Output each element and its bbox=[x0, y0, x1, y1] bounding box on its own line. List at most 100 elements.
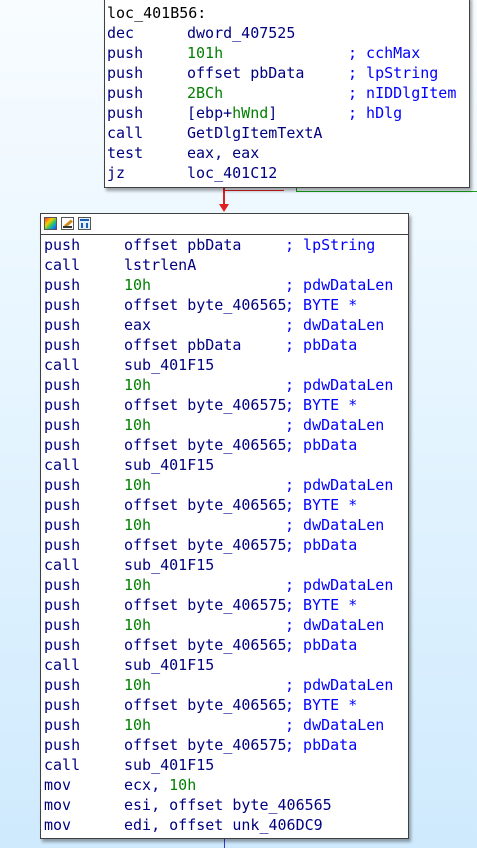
instruction-line[interactable]: dec dword_407525 bbox=[107, 23, 295, 43]
operand-highlight[interactable]: hWnd bbox=[232, 104, 268, 122]
operand[interactable]: offset pbData bbox=[124, 235, 241, 255]
operand[interactable]: GetDlgItemTextA bbox=[187, 123, 322, 143]
operand[interactable]: 10h bbox=[124, 475, 151, 495]
instruction-line[interactable]: push 101h ; cchMax bbox=[107, 43, 420, 63]
mnemonic[interactable]: dec bbox=[107, 23, 134, 43]
mnemonic[interactable]: push bbox=[44, 375, 80, 395]
operand[interactable]: loc_401C12 bbox=[187, 163, 277, 183]
block-label[interactable]: loc_401B56: bbox=[107, 3, 206, 23]
operand[interactable]: offset pbData bbox=[124, 335, 241, 355]
mnemonic[interactable]: push bbox=[44, 635, 80, 655]
mnemonic[interactable]: push bbox=[44, 495, 80, 515]
mnemonic[interactable]: push bbox=[44, 395, 80, 415]
mnemonic[interactable]: push bbox=[44, 615, 80, 635]
mnemonic[interactable]: push bbox=[44, 435, 80, 455]
mnemonic[interactable]: mov bbox=[44, 815, 71, 835]
operand-highlight[interactable]: 10h bbox=[169, 776, 196, 794]
instruction-line[interactable]: push 2BCh ; nIDDlgItem bbox=[107, 83, 456, 103]
operand[interactable]: sub_401F15 bbox=[124, 455, 214, 475]
operand[interactable]: offset byte_406575 bbox=[124, 535, 287, 555]
edit-icon[interactable] bbox=[61, 217, 74, 230]
operand[interactable]: esi, offset byte_406565 bbox=[124, 795, 332, 815]
operand[interactable]: 10h bbox=[124, 575, 151, 595]
mnemonic[interactable]: push bbox=[44, 335, 80, 355]
operand[interactable]: offset pbData bbox=[187, 63, 304, 83]
mnemonic[interactable]: call bbox=[44, 755, 80, 775]
operand[interactable]: 10h bbox=[124, 515, 151, 535]
mnemonic[interactable]: push bbox=[107, 83, 143, 103]
mnemonic[interactable]: push bbox=[107, 43, 143, 63]
mnemonic[interactable]: push bbox=[107, 103, 143, 123]
operand[interactable]: 101h bbox=[187, 43, 223, 63]
operand[interactable]: sub_401F15 bbox=[124, 655, 214, 675]
operand[interactable]: 10h bbox=[124, 415, 151, 435]
comment: ; cchMax bbox=[348, 44, 421, 62]
instruction-line[interactable]: call GetDlgItemTextA bbox=[107, 123, 322, 143]
operand[interactable]: eax, eax bbox=[187, 143, 259, 163]
mnemonic[interactable]: push bbox=[44, 695, 80, 715]
mnemonic[interactable]: push bbox=[44, 595, 80, 615]
code-block-loc-401b56[interactable]: loc_401B56: dec dword_407525push 101h ; cch… bbox=[104, 0, 470, 188]
operand[interactable]: sub_401F15 bbox=[124, 355, 214, 375]
mnemonic[interactable]: mov bbox=[44, 775, 71, 795]
mnemonic[interactable]: push bbox=[44, 475, 80, 495]
instruction-line[interactable]: push [ebp+hWnd] ; hDlg bbox=[107, 103, 402, 123]
false-branch-edge bbox=[223, 186, 225, 206]
mnemonic[interactable]: push bbox=[44, 575, 80, 595]
operand[interactable]: 10h bbox=[124, 715, 151, 735]
mnemonic[interactable]: push bbox=[44, 415, 80, 435]
graph-icon[interactable] bbox=[78, 217, 91, 230]
operand[interactable]: dword_407525 bbox=[187, 23, 295, 43]
mnemonic[interactable]: push bbox=[107, 63, 143, 83]
mnemonic[interactable]: jz bbox=[107, 163, 125, 183]
mnemonic[interactable]: push bbox=[44, 295, 80, 315]
operand[interactable]: offset byte_406565 bbox=[124, 695, 287, 715]
mnemonic[interactable]: call bbox=[107, 123, 143, 143]
operand[interactable]: eax bbox=[124, 315, 151, 335]
mnemonic[interactable]: push bbox=[44, 515, 80, 535]
comment: ; pdwDataLen bbox=[285, 476, 394, 494]
instruction-line[interactable]: push offset pbData ; lpString bbox=[107, 63, 438, 83]
mnemonic[interactable]: push bbox=[44, 675, 80, 695]
mnemonic[interactable]: push bbox=[44, 235, 80, 255]
instruction-line[interactable]: test eax, eax bbox=[107, 143, 259, 163]
code-block-unnamed[interactable]: push offset pbData ; lpString call lstrlenA p… bbox=[40, 213, 409, 839]
comment: ; hDlg bbox=[348, 104, 403, 122]
operand[interactable]: ecx, 10h bbox=[124, 775, 196, 795]
operand[interactable]: offset byte_406565 bbox=[124, 495, 287, 515]
operand[interactable]: edi, offset unk_406DC9 bbox=[124, 815, 323, 835]
operand[interactable]: lstrlenA bbox=[124, 255, 196, 275]
mnemonic[interactable]: push bbox=[44, 735, 80, 755]
operand[interactable]: offset byte_406565 bbox=[124, 635, 287, 655]
block-titlebar bbox=[41, 214, 408, 235]
mnemonic[interactable]: call bbox=[44, 355, 80, 375]
mnemonic[interactable]: call bbox=[44, 655, 80, 675]
mnemonic[interactable]: call bbox=[44, 455, 80, 475]
operand[interactable]: offset byte_406575 bbox=[124, 595, 287, 615]
instruction-line[interactable]: jz loc_401C12 bbox=[107, 163, 277, 183]
operand[interactable]: sub_401F15 bbox=[124, 555, 214, 575]
operand[interactable]: 10h bbox=[124, 375, 151, 395]
comment: ; BYTE * bbox=[285, 596, 358, 614]
operand[interactable]: 10h bbox=[124, 275, 151, 295]
operand[interactable]: sub_401F15 bbox=[124, 755, 214, 775]
comment: ; BYTE * bbox=[285, 496, 358, 514]
palette-icon[interactable] bbox=[44, 217, 57, 230]
operand[interactable]: offset byte_406565 bbox=[124, 435, 287, 455]
mnemonic[interactable]: push bbox=[44, 715, 80, 735]
mnemonic[interactable]: test bbox=[107, 143, 143, 163]
mnemonic[interactable]: mov bbox=[44, 795, 71, 815]
label-text[interactable]: loc_401B56: bbox=[107, 3, 206, 23]
operand[interactable]: [ebp+hWnd] bbox=[187, 103, 277, 123]
operand[interactable]: 10h bbox=[124, 675, 151, 695]
operand[interactable]: offset byte_406565 bbox=[124, 295, 287, 315]
operand[interactable]: offset byte_406575 bbox=[124, 395, 287, 415]
operand[interactable]: 2BCh bbox=[187, 83, 223, 103]
mnemonic[interactable]: push bbox=[44, 275, 80, 295]
mnemonic[interactable]: call bbox=[44, 555, 80, 575]
operand[interactable]: offset byte_406575 bbox=[124, 735, 287, 755]
mnemonic[interactable]: push bbox=[44, 535, 80, 555]
operand[interactable]: 10h bbox=[124, 615, 151, 635]
mnemonic[interactable]: call bbox=[44, 255, 80, 275]
mnemonic[interactable]: push bbox=[44, 315, 80, 335]
